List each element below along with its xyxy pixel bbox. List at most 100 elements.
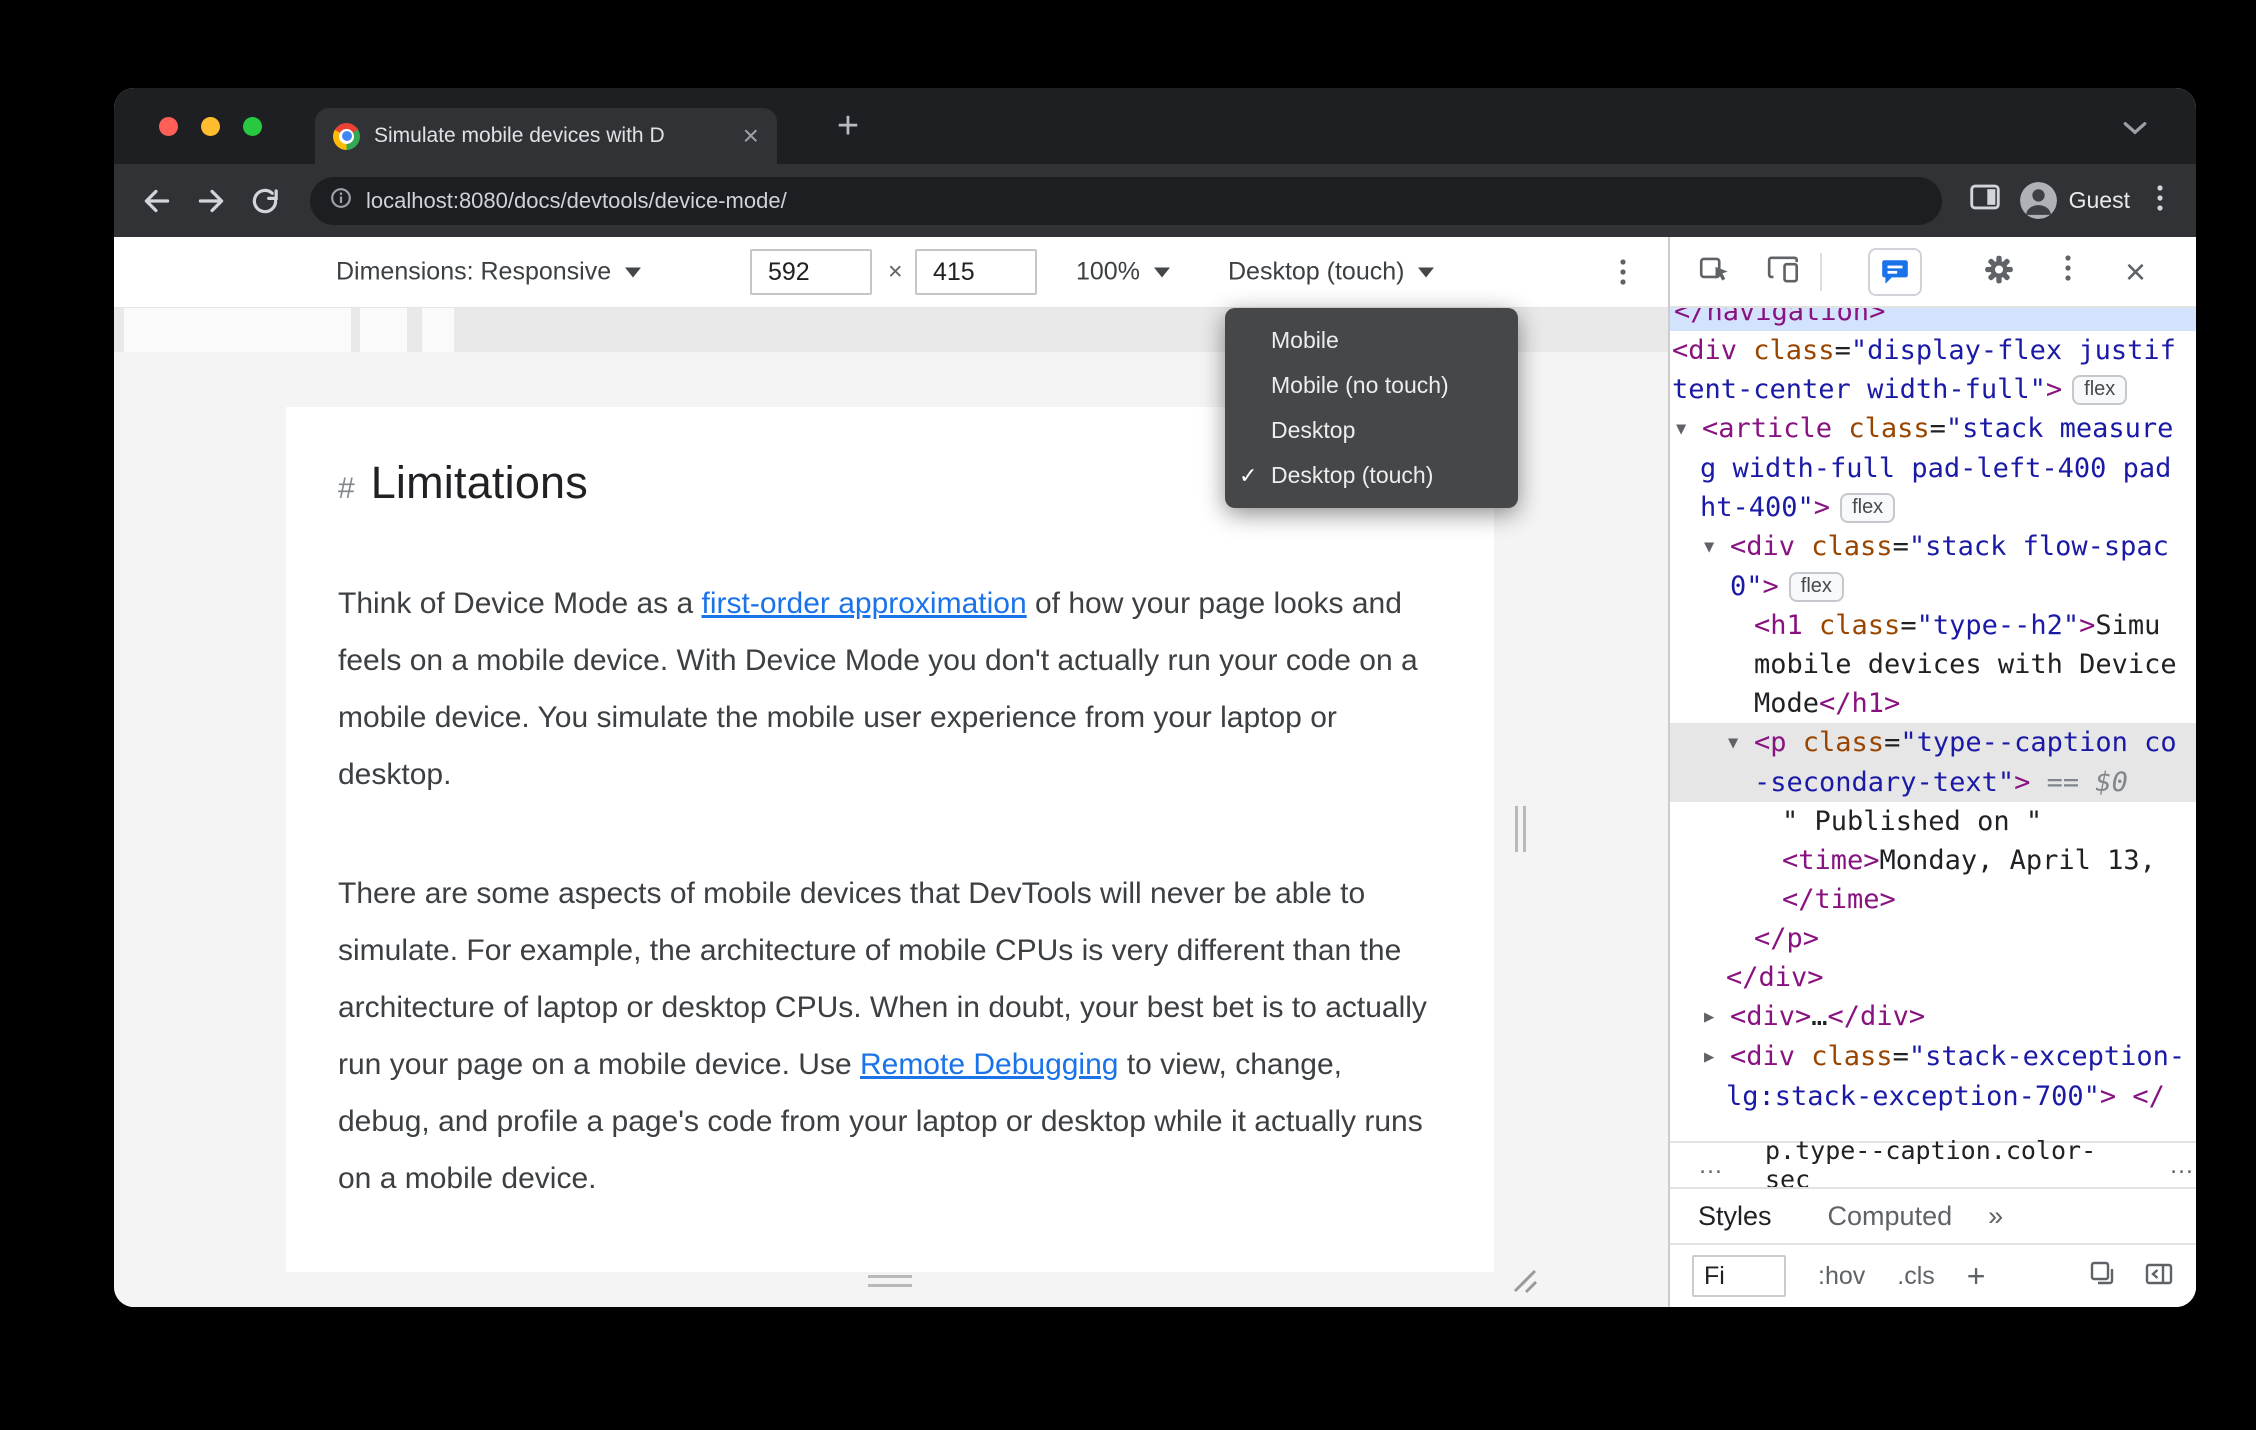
profile-button[interactable]: Guest [2019, 182, 2130, 219]
flex-badge[interactable]: flex [1788, 572, 1844, 602]
tree-line[interactable]: tent-center width-full"> flex [1670, 370, 2196, 409]
tree-line[interactable]: 0"> flex [1670, 567, 2196, 606]
tree-line[interactable]: <time>Monday, April 13, [1670, 841, 2196, 880]
breadcrumb-overflow-right[interactable]: … [2169, 1151, 2196, 1180]
tree-segment: ht-400" [1700, 492, 1814, 523]
tree-segment: " Published on " [1782, 806, 2043, 837]
tree-line[interactable]: ▶ <div class="stack-exception- [1670, 1037, 2196, 1077]
devtools-settings-gear-icon[interactable] [1982, 252, 2016, 291]
zoom-window-button[interactable] [243, 117, 262, 136]
paragraph-1: Think of Device Mode as a first-order ap… [338, 575, 1442, 803]
expand-arrow-icon[interactable]: ▼ [1728, 724, 1754, 763]
tree-segment: class [1811, 1041, 1893, 1072]
expand-arrow-icon[interactable]: ▼ [1676, 410, 1702, 449]
width-input[interactable] [750, 249, 872, 295]
tab-search-chevron-icon[interactable] [2122, 120, 2148, 141]
device-type-value: Desktop (touch) [1228, 257, 1405, 286]
tree-segment: > [1813, 492, 1831, 523]
browser-menu-icon[interactable] [2150, 181, 2170, 220]
tree-line[interactable]: </navigation> [1670, 308, 2196, 331]
close-window-button[interactable] [159, 117, 178, 136]
device-type-select[interactable]: Desktop (touch) [1228, 257, 1435, 287]
heading-anchor[interactable]: # [338, 472, 355, 506]
tab-styles[interactable]: Styles [1698, 1201, 1772, 1232]
viewport-height-resize-handle[interactable] [868, 1275, 912, 1293]
tree-line[interactable]: </p> [1670, 919, 2196, 958]
site-info-icon[interactable] [330, 187, 352, 214]
tab-strip: Simulate mobile devices with D × + [114, 88, 2196, 164]
flex-badge[interactable]: flex [1840, 493, 1896, 523]
devtools-close-icon[interactable]: × [2125, 253, 2146, 290]
more-tabs-chevron[interactable]: » [1988, 1201, 2003, 1232]
tree-segment: = [1892, 531, 1909, 562]
collapse-arrow-icon[interactable]: ▶ [1704, 1038, 1730, 1077]
device-mode-toolbar: Dimensions: Responsive × 100% Desktop (t… [114, 237, 1668, 308]
collapse-arrow-icon[interactable]: ▶ [1704, 998, 1730, 1037]
tab-close-icon[interactable]: × [743, 122, 759, 150]
breadcrumb-selected-node[interactable]: p.type--caption.color-sec [1765, 1136, 2129, 1194]
side-panel-icon[interactable] [1969, 184, 2000, 218]
tree-segment: "stack-exception- [1908, 1041, 2186, 1072]
viewport-corner-resize-handle[interactable] [1507, 1263, 1539, 1300]
menu-item-mobile[interactable]: Mobile [1225, 318, 1518, 363]
device-toolbar-more-icon[interactable] [1619, 255, 1627, 289]
tree-segment: <div [1730, 1041, 1812, 1072]
menu-item-desktop-touch[interactable]: ✓ Desktop (touch) [1225, 453, 1518, 498]
tree-line[interactable]: <div class="display-flex justif [1670, 331, 2196, 370]
new-tab-button[interactable]: + [826, 104, 870, 148]
devtools-menu-icon[interactable] [2064, 251, 2072, 293]
remote-debugging-link[interactable]: Remote Debugging [860, 1048, 1119, 1081]
expand-arrow-icon[interactable]: ▼ [1704, 528, 1730, 567]
tree-line[interactable]: ht-400"> flex [1670, 488, 2196, 527]
tree-segment: "type--h2" [1916, 610, 2080, 641]
menu-item-desktop[interactable]: Desktop [1225, 408, 1518, 453]
tree-line[interactable]: g width-full pad-left-400 pad [1670, 449, 2196, 488]
tree-line[interactable]: </time> [1670, 880, 2196, 919]
tree-line[interactable]: ▶ <div>…</div> [1670, 997, 2196, 1037]
dimensions-select[interactable]: Dimensions: Responsive [336, 258, 642, 287]
forward-button[interactable] [194, 184, 228, 218]
tab-computed[interactable]: Computed [1828, 1201, 1953, 1232]
toggle-element-state-button[interactable]: :hov [1818, 1262, 1865, 1291]
tree-line[interactable]: ▼ <article class="stack measure [1670, 409, 2196, 449]
first-order-approximation-link[interactable]: first-order approximation [702, 587, 1027, 620]
element-classes-button[interactable]: .cls [1897, 1262, 1935, 1291]
tree-line[interactable]: mobile devices with Device [1670, 645, 2196, 684]
new-style-rule-button[interactable]: + [1967, 1260, 1986, 1292]
back-button[interactable] [140, 184, 174, 218]
zoom-select[interactable]: 100% [1076, 258, 1170, 287]
minimize-window-button[interactable] [201, 117, 220, 136]
tree-line[interactable]: -secondary-text"> == $0 [1670, 763, 2196, 802]
tree-line[interactable]: Mode</h1> [1670, 684, 2196, 723]
tree-segment: tent-center width-full" [1672, 374, 2046, 405]
device-toolbar-toggle-icon[interactable] [1766, 251, 1802, 292]
elements-tree: </navigation> <div class="display-flex ju… [1670, 308, 2196, 1141]
viewport-width-resize-handle[interactable] [1515, 806, 1526, 852]
tree-segment: "type--caption co [1900, 727, 2177, 758]
address-bar[interactable]: localhost:8080/docs/devtools/device-mode… [310, 176, 1942, 225]
tree-line[interactable]: <h1 class="type--h2">Simu [1670, 606, 2196, 645]
height-input[interactable] [915, 249, 1037, 295]
styles-filter-input[interactable] [1692, 1255, 1786, 1297]
tree-segment: <h1 [1754, 610, 1820, 641]
browser-toolbar: localhost:8080/docs/devtools/device-mode… [114, 164, 2196, 237]
breadcrumb-overflow-left[interactable]: … [1698, 1151, 1725, 1180]
ruler-segment [422, 308, 454, 352]
browser-tab[interactable]: Simulate mobile devices with D × [315, 108, 777, 164]
url-text: localhost:8080/docs/devtools/device-mode… [366, 187, 787, 213]
menu-item-mobile-no-touch[interactable]: Mobile (no touch) [1225, 363, 1518, 408]
tree-line[interactable]: ▼ <div class="stack flow-spac [1670, 527, 2196, 567]
inspect-element-icon[interactable] [1697, 251, 1733, 292]
console-messages-button[interactable] [1868, 247, 1922, 296]
menu-item-label: Desktop [1271, 417, 1356, 443]
tree-line[interactable]: lg:stack-exception-700"> </ [1670, 1077, 2196, 1116]
copy-styles-icon[interactable] [2088, 1259, 2118, 1294]
tree-line[interactable]: </div> [1670, 958, 2196, 997]
reload-button[interactable] [248, 184, 282, 218]
dock-sidebar-icon[interactable] [2144, 1259, 2174, 1294]
tree-segment: = [1892, 1041, 1909, 1072]
tree-line[interactable]: ▼ <p class="type--caption co [1670, 723, 2196, 763]
chevron-down-icon [625, 267, 642, 277]
tree-line[interactable]: " Published on " [1670, 802, 2196, 841]
flex-badge[interactable]: flex [2072, 375, 2128, 405]
